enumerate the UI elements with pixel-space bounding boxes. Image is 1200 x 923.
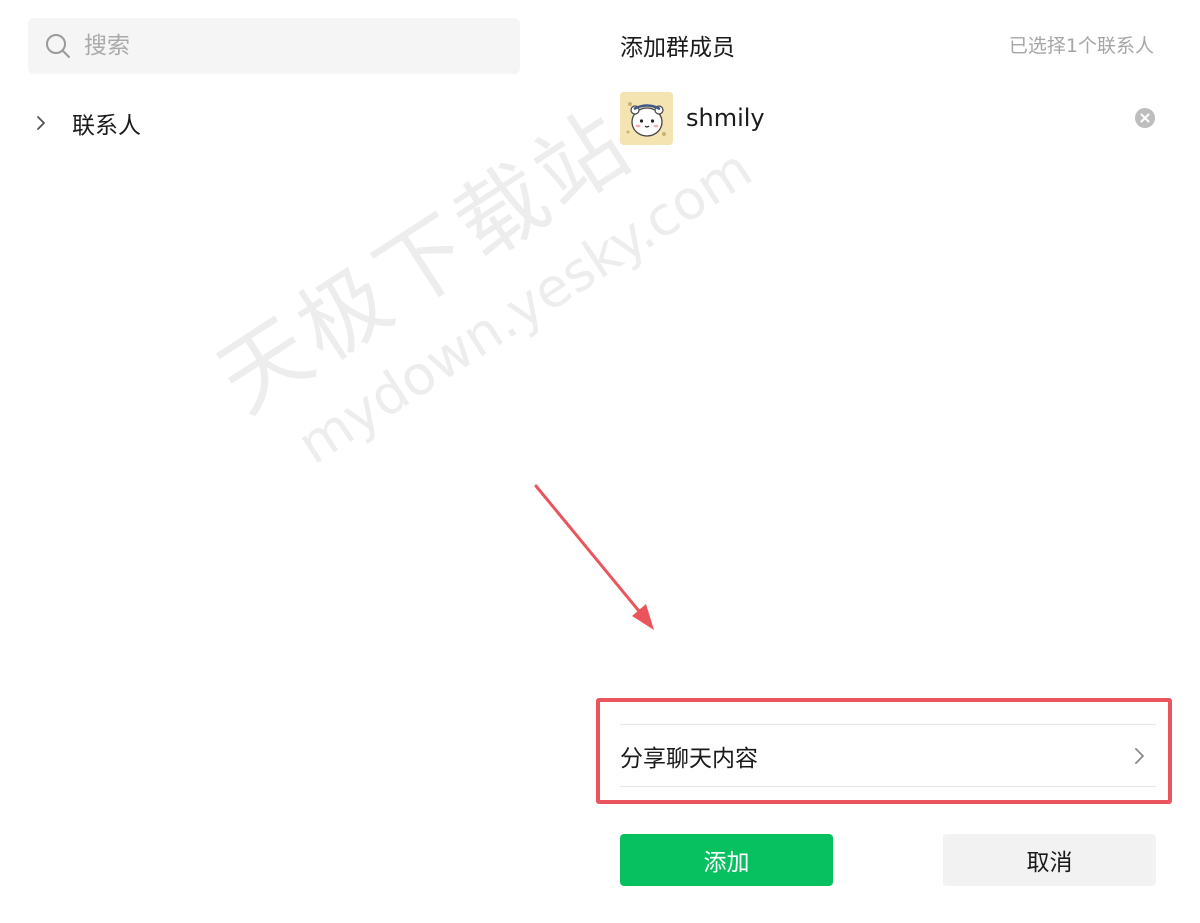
remove-member-icon[interactable] <box>1134 107 1156 129</box>
avatar-cartoon-icon <box>620 91 673 145</box>
share-chat-content-label: 分享聊天内容 <box>620 745 758 772</box>
share-chat-content-row[interactable]: 分享聊天内容 <box>620 724 1156 787</box>
cancel-button[interactable]: 取消 <box>943 834 1156 886</box>
watermark-text-cn: 天极下载站 <box>200 89 651 433</box>
search-bar[interactable] <box>28 18 520 74</box>
chevron-right-icon <box>37 116 45 130</box>
contacts-tree-item[interactable]: 联系人 <box>28 100 520 146</box>
search-input[interactable] <box>84 26 504 66</box>
panel-title: 添加群成员 <box>620 35 735 61</box>
highlight-box: 分享聊天内容 <box>596 698 1172 804</box>
selected-member-row: shmily <box>620 91 1160 145</box>
add-button[interactable]: 添加 <box>620 834 833 886</box>
chevron-right-icon <box>1135 747 1144 764</box>
watermark-text-en: mydown.yesky.com <box>286 136 763 477</box>
member-name: shmily <box>686 104 765 132</box>
contacts-tree-label: 联系人 <box>72 113 141 139</box>
selected-count: 已选择1个联系人 <box>1008 35 1154 57</box>
search-icon <box>46 34 70 58</box>
avatar <box>620 91 673 145</box>
annotation-arrow-icon <box>534 484 654 630</box>
